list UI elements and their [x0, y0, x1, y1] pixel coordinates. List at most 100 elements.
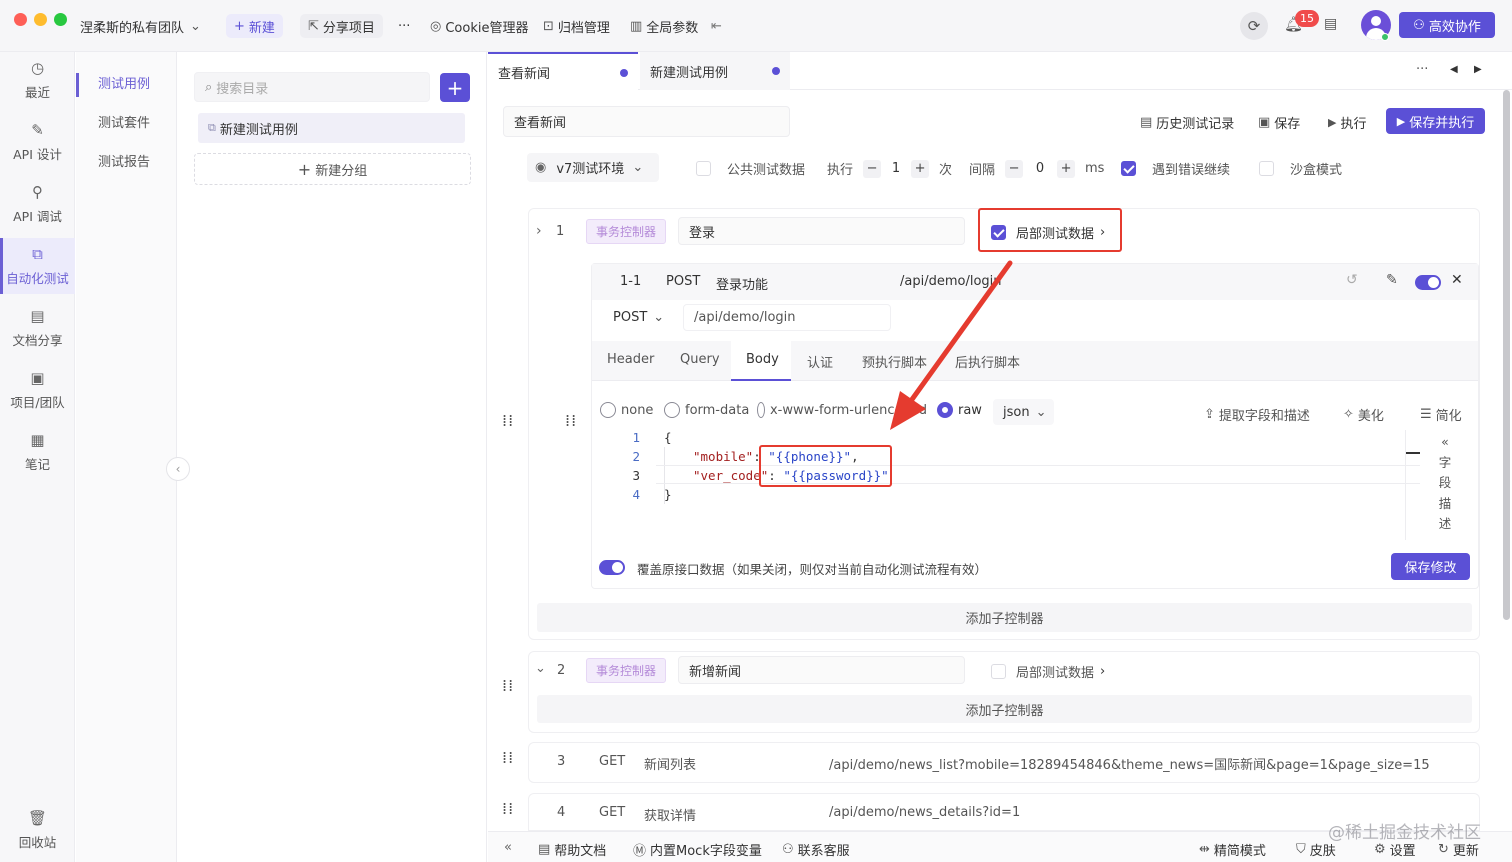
support-button[interactable]: ⚇ 联系客服 — [782, 840, 850, 859]
team-switcher[interactable]: 涅柔斯的私有团队 ⌄ — [80, 14, 205, 38]
drag-handle-icon[interactable]: ⁞⁞ — [502, 750, 513, 773]
subnav-test-suites[interactable]: 测试套件 — [76, 106, 177, 142]
extract-fields-button[interactable]: ⇪ 提取字段和描述 — [1204, 405, 1310, 424]
save-changes-button[interactable]: 保存修改 — [1391, 553, 1470, 580]
new-button[interactable]: + 新建 — [226, 14, 283, 38]
history-button[interactable]: ▤ 历史测试记录 — [1140, 113, 1234, 132]
save-button[interactable]: ▣ 保存 — [1258, 113, 1300, 132]
tab-new-case[interactable]: 新建测试用例 — [640, 52, 790, 90]
search-box[interactable]: ⌕ 搜索目录 — [194, 72, 430, 102]
override-toggle[interactable] — [599, 560, 625, 575]
drag-handle-icon[interactable]: ⁞⁞ — [565, 413, 576, 436]
nav-notes[interactable]: ▦ 笔记 — [0, 424, 75, 480]
tab-next-icon[interactable]: ▶ — [1474, 64, 1482, 75]
subtab-header[interactable]: Header — [607, 352, 654, 367]
pencil-icon[interactable]: ✎ — [1386, 272, 1398, 288]
simple-mode-button[interactable]: ⇹ 精简模式 — [1199, 840, 1266, 859]
collapse-icon[interactable]: ⇤ — [711, 14, 722, 38]
interval-decrement[interactable]: − — [1005, 159, 1024, 178]
nav-recent[interactable]: ◷ 最近 — [0, 52, 75, 108]
more-button[interactable]: ··· — [398, 14, 410, 38]
tab-prev-icon[interactable]: ◀ — [1450, 64, 1458, 75]
case-name-input[interactable]: 查看新闻 — [503, 106, 790, 137]
global-params-button[interactable]: ▥ 全局参数 — [630, 14, 698, 38]
body-type-form-data[interactable]: form-data — [664, 402, 749, 418]
step-2-name-input[interactable]: 新增新闻 — [678, 656, 965, 684]
tree-item-new-case[interactable]: ⧉ 新建测试用例 — [198, 113, 465, 143]
checkbox[interactable] — [991, 664, 1006, 679]
tab-view-news[interactable]: 查看新闻 — [488, 52, 638, 90]
add-child-controller-button[interactable]: 添加子控制器 — [537, 695, 1472, 723]
new-group-button[interactable]: + 新建分组 — [194, 153, 471, 185]
field-description-panel-toggle[interactable]: « 字 段 描 述 — [1432, 432, 1458, 542]
beautify-button[interactable]: ✧ 美化 — [1343, 405, 1384, 424]
close-icon[interactable]: ✕ — [1451, 272, 1463, 288]
archive-button[interactable]: ⊡ 归档管理 — [543, 14, 610, 38]
online-status-dot — [1381, 33, 1389, 41]
code-open-brace[interactable]: { — [664, 430, 672, 445]
notes-icon[interactable]: ▤ — [1324, 16, 1337, 32]
run-count-decrement[interactable]: − — [863, 159, 882, 178]
subtab-auth[interactable]: 认证 — [807, 352, 833, 371]
simplify-button[interactable]: ☰ 简化 — [1420, 405, 1462, 424]
team-name: 涅柔斯的私有团队 — [80, 20, 185, 36]
save-and-run-button[interactable]: ▶ 保存并执行 — [1386, 108, 1485, 134]
sandbox-checkbox[interactable]: 沙盒模式 — [1259, 159, 1342, 178]
reset-icon[interactable]: ↺ — [1346, 272, 1358, 288]
minimize-window-button[interactable] — [34, 13, 47, 26]
radio[interactable] — [757, 402, 765, 418]
share-project-button[interactable]: ⇱ 分享项目 — [300, 14, 383, 38]
api-enable-toggle[interactable] — [1415, 275, 1441, 290]
method-select[interactable]: POST ⌄ — [603, 304, 674, 330]
drag-handle-icon[interactable]: ⁞⁞ — [502, 413, 513, 436]
history-label: 历史测试记录 — [1156, 117, 1235, 132]
run-count-value[interactable]: 1 — [881, 161, 911, 176]
code-close-brace[interactable]: } — [664, 487, 672, 502]
help-docs-button[interactable]: ▤ 帮助文档 — [538, 840, 606, 859]
run-button[interactable]: ▶ 执行 — [1328, 113, 1366, 132]
double-chevron-left-icon[interactable]: « — [504, 840, 512, 855]
chevron-right-icon[interactable]: › — [536, 223, 542, 239]
nav-api-debug[interactable]: ⚲ API 调试 — [0, 176, 75, 232]
tabs-more-button[interactable]: ··· — [1416, 62, 1428, 77]
step-2-number: 2 — [557, 663, 566, 678]
subnav-test-reports[interactable]: 测试报告 — [76, 145, 177, 181]
chevron-down-icon[interactable]: ⌄ — [535, 661, 546, 676]
interval-increment[interactable]: + — [1057, 159, 1076, 178]
add-case-button[interactable]: + — [440, 73, 470, 102]
radio[interactable] — [600, 402, 616, 418]
body-type-none[interactable]: none — [600, 402, 653, 418]
checkbox[interactable] — [696, 161, 711, 176]
subtab-body[interactable]: Body — [746, 352, 779, 367]
checkbox[interactable] — [1259, 161, 1274, 176]
step-1-name-input[interactable]: 登录 — [678, 217, 965, 245]
nav-automation-test[interactable]: ⧉ 自动化测试 — [0, 238, 75, 294]
url-input[interactable]: /api/demo/login — [683, 304, 891, 331]
drag-handle-icon[interactable]: ⁞⁞ — [502, 678, 513, 701]
main-scrollbar[interactable] — [1503, 90, 1510, 620]
close-window-button[interactable] — [14, 13, 27, 26]
collab-button[interactable]: ⚇ 高效协作 — [1399, 12, 1495, 38]
mock-vars-button[interactable]: Ⓜ 内置Mock字段变量 — [633, 840, 762, 859]
nav-project-team[interactable]: ▣ 项目/团队 — [0, 362, 75, 418]
continue-on-error-checkbox[interactable]: 遇到错误继续 — [1121, 159, 1230, 178]
env-select[interactable]: ◉ v7测试环境 ⌄ — [527, 153, 659, 182]
sync-icon[interactable]: ⟳ — [1240, 12, 1268, 40]
radio[interactable] — [664, 402, 680, 418]
cookie-manager-button[interactable]: ◎ Cookie管理器 — [430, 14, 528, 38]
continue-on-error-label: 遇到错误继续 — [1152, 163, 1231, 178]
step-2-local-data-checkbox[interactable]: 局部测试数据 › — [991, 662, 1105, 681]
nav-trash[interactable]: 🗑︎ 回收站 — [0, 802, 75, 858]
subnav-test-cases[interactable]: 测试用例 — [76, 67, 177, 103]
checkbox[interactable] — [1121, 161, 1136, 176]
collapse-sidebar-button[interactable]: ‹ — [166, 457, 190, 481]
zoom-window-button[interactable] — [54, 13, 67, 26]
subtab-query[interactable]: Query — [680, 352, 720, 367]
nav-api-design[interactable]: ✎ API 设计 — [0, 114, 75, 170]
run-count-increment[interactable]: + — [911, 159, 930, 178]
public-data-checkbox[interactable]: 公共测试数据 — [696, 159, 805, 178]
drag-handle-icon[interactable]: ⁞⁞ — [502, 801, 513, 824]
nav-doc-share[interactable]: ▤ 文档分享 — [0, 300, 75, 356]
interval-value[interactable]: 0 — [1023, 161, 1057, 176]
add-child-controller-button[interactable]: 添加子控制器 — [537, 603, 1472, 632]
